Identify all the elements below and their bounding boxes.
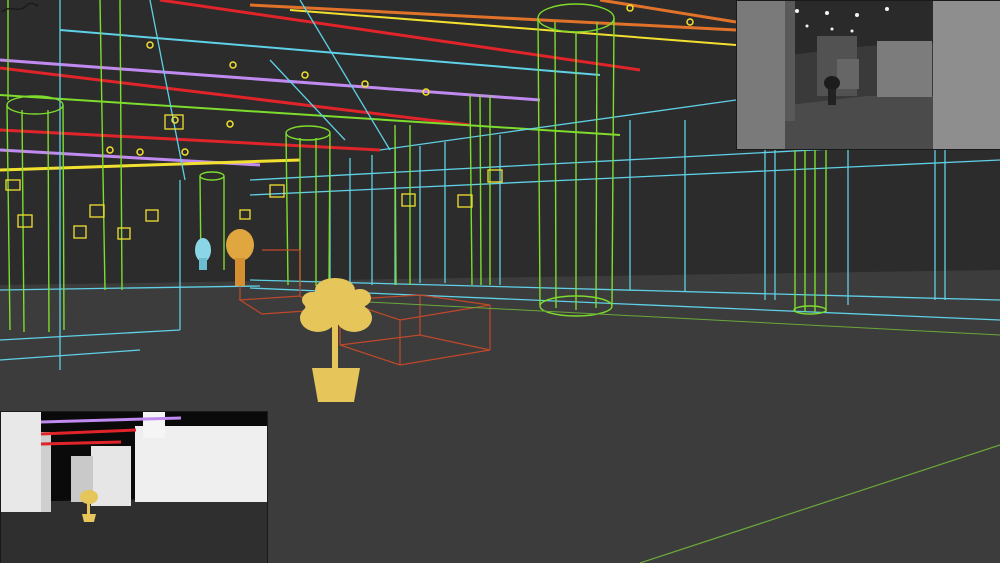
signature-mark — [1, 2, 39, 13]
3d-viewport[interactable] — [0, 0, 1000, 563]
render-preview-inset[interactable] — [736, 0, 1000, 150]
render-preview-scene — [737, 1, 1000, 149]
shaded-preview-inset[interactable] — [0, 411, 268, 563]
shaded-preview-scene — [1, 412, 267, 563]
